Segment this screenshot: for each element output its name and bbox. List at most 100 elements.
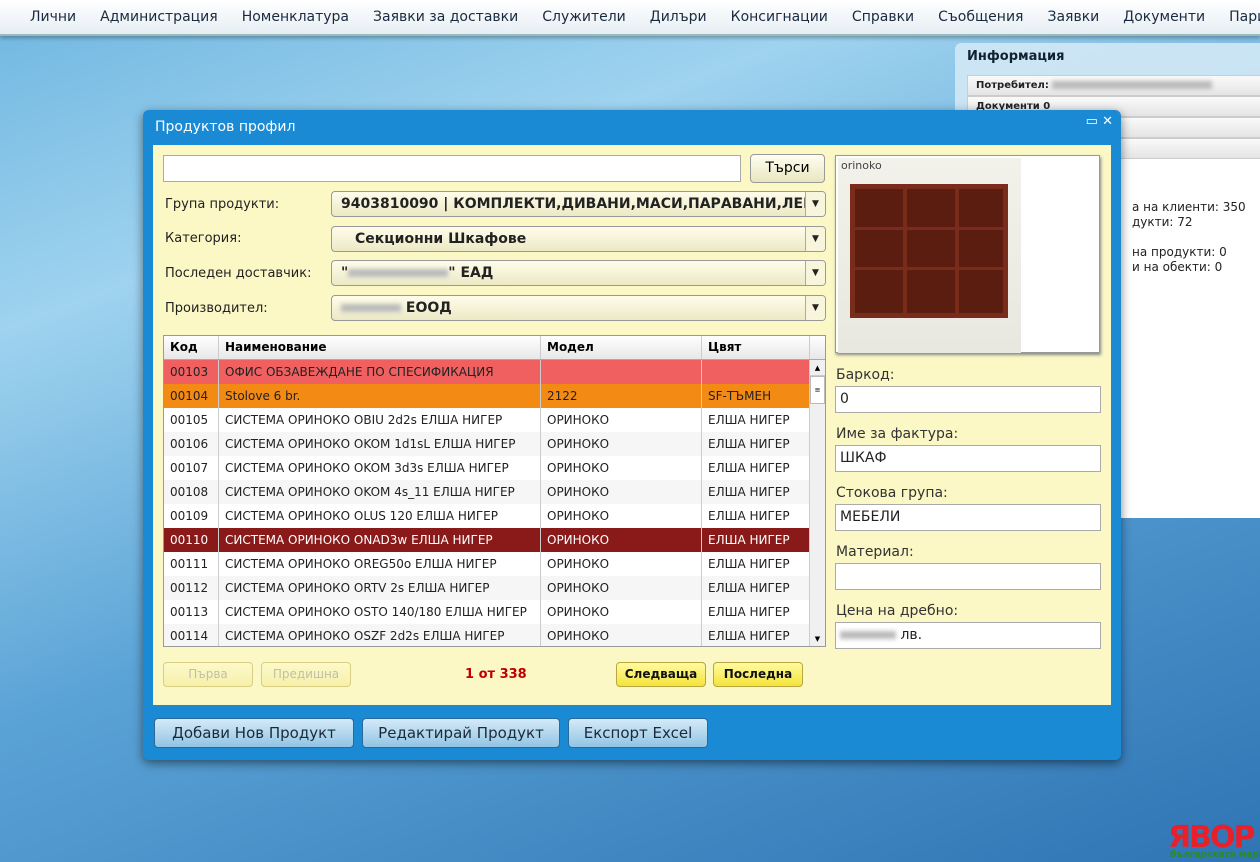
cell-code: 00111 [164, 552, 219, 576]
maker-suffix: ЕООД [405, 300, 452, 316]
search-button[interactable]: Търси [750, 154, 825, 183]
dialog-title: Продуктов профил [155, 119, 296, 135]
info-stat: и на обекти: 0 [1132, 260, 1223, 274]
menu-item[interactable]: Заявки [1035, 9, 1111, 25]
cell-code: 00112 [164, 576, 219, 600]
chevron-down-icon[interactable]: ▼ [805, 227, 825, 251]
menu-item[interactable]: Консигнации [719, 9, 840, 25]
info-stat: а на клиенти: 350 [1132, 200, 1246, 214]
table-row[interactable]: 00104 Stolove 6 br. 2122 SF-ТЪМЕН [164, 384, 825, 408]
table-scrollbar[interactable]: ▲ ≡ ▼ [809, 360, 825, 646]
prev-page-button[interactable]: Предишна [261, 662, 351, 687]
cell-color: ЕЛША НИГЕР [702, 456, 810, 480]
group-value: 9403810090 | КОМПЛЕКТИ,ДИВАНИ,МАСИ,ПАРАВ… [341, 196, 826, 212]
cell-model: ОРИНОКО [541, 552, 702, 576]
category-select[interactable]: Секционни Шкафове ▼ [331, 226, 826, 252]
cell-code: 00106 [164, 432, 219, 456]
table-row[interactable]: 00113 СИСТЕМА ОРИНОКО OSTO 140/180 ЕЛША Н… [164, 600, 825, 624]
table-row[interactable]: 00106 СИСТЕМА ОРИНОКО OKOM 1d1sL ЕЛША НИГ… [164, 432, 825, 456]
add-product-button[interactable]: Добави Нов Продукт [154, 718, 354, 748]
cell-color: ЕЛША НИГЕР [702, 528, 810, 552]
edit-product-button[interactable]: Редактирай Продукт [362, 718, 560, 748]
barcode-field[interactable]: 0 [835, 386, 1101, 413]
cell-model: 2122 [541, 384, 702, 408]
category-label: Категория: [165, 231, 242, 246]
table-row[interactable]: 00107 СИСТЕМА ОРИНОКО OKOM 3d3s ЕЛША НИГЕ… [164, 456, 825, 480]
maximize-icon[interactable]: ▭ [1086, 114, 1098, 129]
table-row[interactable]: 00110 СИСТЕМА ОРИНОКО ONAD3w ЕЛША НИГЕР ОР… [164, 528, 825, 552]
table-header: Код Наименование Модел Цвят [164, 336, 825, 360]
material-label: Материал: [836, 544, 914, 560]
cell-name: СИСТЕМА ОРИНОКО OKOM 3d3s ЕЛША НИГЕР [219, 456, 541, 480]
maker-select[interactable]: ЕООД ▼ [331, 295, 826, 321]
table-row[interactable]: 00112 СИСТЕМА ОРИНОКО ORTV 2s ЕЛША НИГЕР О… [164, 576, 825, 600]
retail-price-field[interactable]: лв. [835, 622, 1101, 649]
cell-model: ОРИНОКО [541, 600, 702, 624]
chevron-down-icon[interactable]: ▼ [805, 192, 825, 216]
menu-item[interactable]: Съобщения [926, 9, 1035, 25]
col-model[interactable]: Модел [541, 336, 702, 359]
cell-color: ЕЛША НИГЕР [702, 432, 810, 456]
cell-color [702, 360, 810, 384]
search-input[interactable] [163, 155, 741, 182]
cell-color: ЕЛША НИГЕР [702, 504, 810, 528]
cell-name: СИСТЕМА ОРИНОКО OKOM 1d1sL ЕЛША НИГЕР [219, 432, 541, 456]
user-label: Потребител: [976, 80, 1049, 91]
table-row[interactable]: 00103 ОФИС ОБЗАВЕЖДАНЕ ПО СПЕСИФИКАЦИЯ [164, 360, 825, 384]
export-excel-button[interactable]: Експорт Excel [568, 718, 708, 748]
chevron-down-icon[interactable]: ▼ [805, 261, 825, 285]
menu-item[interactable]: Администрация [88, 9, 230, 25]
cell-code: 00108 [164, 480, 219, 504]
invoice-name-label: Име за фактура: [836, 426, 959, 442]
brand-logo: orinoko [841, 159, 882, 172]
menu-item[interactable]: Справки [840, 9, 926, 25]
cell-code: 00113 [164, 600, 219, 624]
invoice-name-field[interactable]: ШКАФ [835, 445, 1101, 472]
next-page-button[interactable]: Следваща [616, 662, 706, 687]
goods-group-field[interactable]: МЕБЕЛИ [835, 504, 1101, 531]
table-row[interactable]: 00105 СИСТЕМА ОРИНОКО OBIU 2d2s ЕЛША НИГЕ… [164, 408, 825, 432]
maker-redacted [341, 304, 401, 312]
cell-model: ОРИНОКО [541, 624, 702, 646]
material-field[interactable] [835, 563, 1101, 590]
group-select[interactable]: 9403810090 | КОМПЛЕКТИ,ДИВАНИ,МАСИ,ПАРАВ… [331, 191, 826, 217]
col-code[interactable]: Код [164, 336, 219, 359]
cell-model: ОРИНОКО [541, 504, 702, 528]
cell-name: СИСТЕМА ОРИНОКО OSZF 2d2s ЕЛША НИГЕР [219, 624, 541, 646]
user-value-redacted [1052, 81, 1213, 89]
menu-item[interactable]: Лични [18, 9, 88, 25]
table-row[interactable]: 00109 СИСТЕМА ОРИНОКО OLUS 120 ЕЛША НИГЕР… [164, 504, 825, 528]
first-page-button[interactable]: Първа [163, 662, 253, 687]
table-row[interactable]: 00114 СИСТЕМА ОРИНОКО OSZF 2d2s ЕЛША НИГЕ… [164, 624, 825, 646]
menu-item[interactable]: Документи [1111, 9, 1217, 25]
menu-item[interactable]: Служители [530, 9, 638, 25]
chevron-down-icon[interactable]: ▼ [805, 296, 825, 320]
info-stat: на продукти: 0 [1132, 245, 1227, 259]
col-color[interactable]: Цвят [702, 336, 810, 359]
cell-code: 00104 [164, 384, 219, 408]
table-row[interactable]: 00111 СИСТЕМА ОРИНОКО OREG50o ЕЛША НИГЕР О… [164, 552, 825, 576]
company-logo: ЯВОРбългарската марка [1168, 820, 1260, 860]
cabinet-picture [850, 184, 1008, 318]
product-profile-dialog: Продуктов профил ▭ ✕ Търси Група продукт… [143, 110, 1121, 760]
last-page-button[interactable]: Последна [713, 662, 803, 687]
cell-code: 00109 [164, 504, 219, 528]
cell-model [541, 360, 702, 384]
retail-price-label: Цена на дребно: [836, 603, 959, 619]
menu-item[interactable]: Номенклатура [230, 9, 361, 25]
cell-name: СИСТЕМА ОРИНОКО OBIU 2d2s ЕЛША НИГЕР [219, 408, 541, 432]
col-name[interactable]: Наименование [219, 336, 541, 359]
menu-item[interactable]: Парични [1217, 9, 1260, 25]
goods-group-label: Стокова група: [836, 485, 948, 501]
cell-name: ОФИС ОБЗАВЕЖДАНЕ ПО СПЕСИФИКАЦИЯ [219, 360, 541, 384]
menu-item[interactable]: Дилъри [638, 9, 719, 25]
cell-color: ЕЛША НИГЕР [702, 624, 810, 646]
table-row[interactable]: 00108 СИСТЕМА ОРИНОКО OKOM 4s_11 ЕЛША НИГ… [164, 480, 825, 504]
close-icon[interactable]: ✕ [1102, 114, 1113, 129]
products-table: Код Наименование Модел Цвят 00103 ОФИС ОБ… [163, 335, 826, 647]
cell-name: СИСТЕМА ОРИНОКО OKOM 4s_11 ЕЛША НИГЕР [219, 480, 541, 504]
supplier-select[interactable]: " " ЕАД ▼ [331, 260, 826, 286]
cell-model: ОРИНОКО [541, 408, 702, 432]
menu-item[interactable]: Заявки за доставки [361, 9, 530, 25]
cell-model: ОРИНОКО [541, 480, 702, 504]
